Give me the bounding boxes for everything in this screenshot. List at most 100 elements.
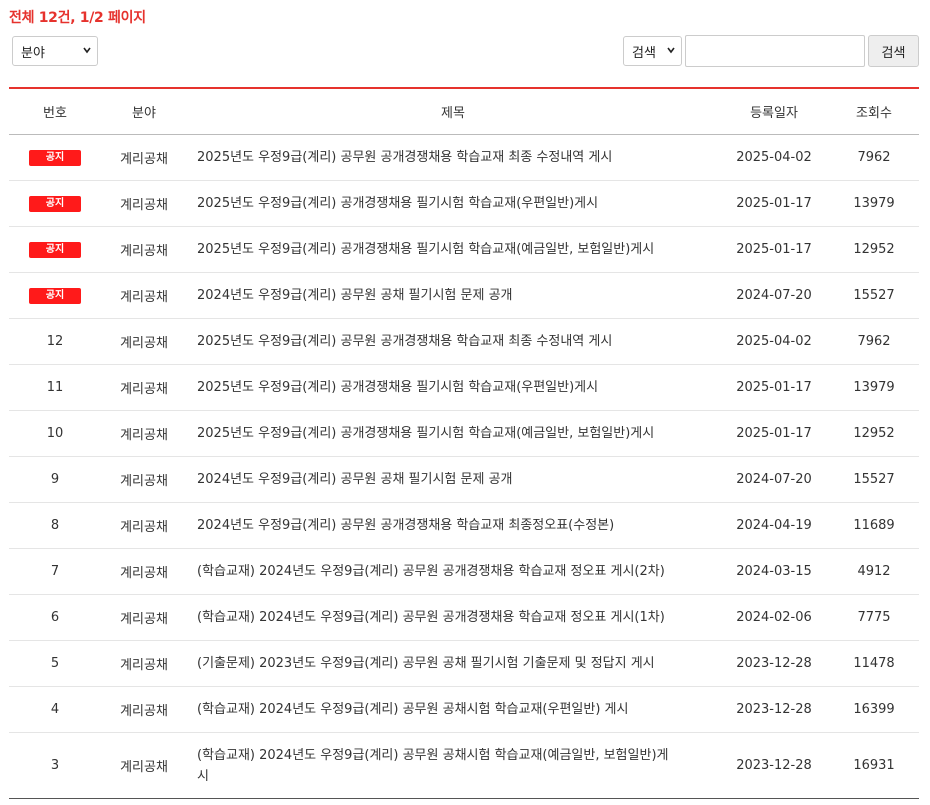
row-number: 공지	[9, 134, 101, 181]
row-date: 2024-03-15	[719, 548, 829, 595]
row-title-link[interactable]: 2024년도 우정9급(계리) 공무원 공개경쟁채용 학습교재 최종정오표(수정…	[187, 502, 719, 549]
row-title-link[interactable]: 2024년도 우정9급(계리) 공무원 공채 필기시험 문제 공개	[187, 456, 719, 503]
table-row[interactable]: 10 계리공채 2025년도 우정9급(계리) 공개경쟁채용 필기시험 학습교재(예…	[9, 410, 919, 457]
row-date: 2025-01-17	[719, 364, 829, 411]
row-date: 2023-12-28	[719, 640, 829, 687]
row-date: 2025-01-17	[719, 410, 829, 457]
row-title-link[interactable]: (학습교재) 2024년도 우정9급(계리) 공무원 공개경쟁채용 학습교재 정…	[187, 548, 719, 595]
row-views: 11689	[829, 502, 919, 549]
row-category: 계리공채	[101, 732, 187, 799]
row-title-link[interactable]: 2025년도 우정9급(계리) 공무원 공개경쟁채용 학습교재 최종 수정내역 …	[187, 318, 719, 365]
table-row[interactable]: 공지 계리공채 2025년도 우정9급(계리) 공개경쟁채용 필기시험 학습교재(예…	[9, 226, 919, 273]
row-date: 2025-04-02	[719, 318, 829, 365]
column-header-date: 등록일자	[719, 88, 829, 135]
row-date: 2023-12-28	[719, 732, 829, 799]
row-title-link[interactable]: 2025년도 우정9급(계리) 공무원 공개경쟁채용 학습교재 최종 수정내역 …	[187, 134, 719, 181]
category-select[interactable]: 분야	[12, 36, 98, 66]
notice-badge: 공지	[29, 150, 81, 166]
search-type-value: 검색	[632, 45, 656, 61]
column-header-views: 조회수	[829, 88, 919, 135]
table-row[interactable]: 공지 계리공채 2025년도 우정9급(계리) 공무원 공개경쟁채용 학습교재 최종…	[9, 134, 919, 181]
row-number: 9	[9, 456, 101, 503]
notice-table: 번호 분야 제목 등록일자 조회수 공지 계리공채 2025년도 우정9급(계리) …	[9, 87, 919, 799]
row-category: 계리공채	[101, 134, 187, 181]
row-number: 공지	[9, 272, 101, 319]
row-title-link[interactable]: 2025년도 우정9급(계리) 공개경쟁채용 필기시험 학습교재(예금일반, 보…	[187, 226, 719, 273]
table-row[interactable]: 9 계리공채 2024년도 우정9급(계리) 공무원 공채 필기시험 문제 공개 20…	[9, 456, 919, 503]
row-title-link[interactable]: (기출문제) 2023년도 우정9급(계리) 공무원 공채 필기시험 기출문제 …	[187, 640, 719, 687]
table-row[interactable]: 공지 계리공채 2025년도 우정9급(계리) 공개경쟁채용 필기시험 학습교재(우…	[9, 180, 919, 227]
table-row[interactable]: 3 계리공채 (학습교재) 2024년도 우정9급(계리) 공무원 공채시험 학습교…	[9, 732, 919, 799]
column-header-title: 제목	[187, 88, 719, 135]
row-title-link[interactable]: (학습교재) 2024년도 우정9급(계리) 공무원 공채시험 학습교재(예금일…	[187, 732, 719, 799]
result-summary: 전체 12건, 1/2 페이지	[9, 10, 146, 26]
table-row[interactable]: 4 계리공채 (학습교재) 2024년도 우정9급(계리) 공무원 공채시험 학습교…	[9, 686, 919, 733]
row-category: 계리공채	[101, 686, 187, 733]
row-category: 계리공채	[101, 364, 187, 411]
search-button[interactable]: 검색	[868, 35, 919, 67]
row-views: 13979	[829, 180, 919, 227]
row-date: 2025-01-17	[719, 226, 829, 273]
notice-badge: 공지	[29, 288, 81, 304]
row-number: 공지	[9, 180, 101, 227]
row-date: 2025-01-17	[719, 180, 829, 227]
row-title-link[interactable]: (학습교재) 2024년도 우정9급(계리) 공무원 공채시험 학습교재(우편일…	[187, 686, 719, 733]
row-views: 12952	[829, 410, 919, 457]
column-header-number: 번호	[9, 88, 101, 135]
row-views: 16399	[829, 686, 919, 733]
row-number: 3	[9, 732, 101, 799]
row-number: 7	[9, 548, 101, 595]
table-row[interactable]: 8 계리공채 2024년도 우정9급(계리) 공무원 공개경쟁채용 학습교재 최종정…	[9, 502, 919, 549]
table-row[interactable]: 11 계리공채 2025년도 우정9급(계리) 공개경쟁채용 필기시험 학습교재(우…	[9, 364, 919, 411]
row-views: 7775	[829, 594, 919, 641]
row-number: 공지	[9, 226, 101, 273]
column-header-category: 분야	[101, 88, 187, 135]
row-title-link[interactable]: 2025년도 우정9급(계리) 공개경쟁채용 필기시험 학습교재(예금일반, 보…	[187, 410, 719, 457]
table-row[interactable]: 7 계리공채 (학습교재) 2024년도 우정9급(계리) 공무원 공개경쟁채용 학…	[9, 548, 919, 595]
notice-badge: 공지	[29, 242, 81, 258]
row-views: 4912	[829, 548, 919, 595]
row-views: 15527	[829, 456, 919, 503]
row-category: 계리공채	[101, 640, 187, 687]
row-date: 2024-04-19	[719, 502, 829, 549]
row-date: 2024-07-20	[719, 272, 829, 319]
table-row[interactable]: 공지 계리공채 2024년도 우정9급(계리) 공무원 공채 필기시험 문제 공개 2…	[9, 272, 919, 319]
row-number: 6	[9, 594, 101, 641]
table-row[interactable]: 5 계리공채 (기출문제) 2023년도 우정9급(계리) 공무원 공채 필기시험 …	[9, 640, 919, 687]
row-title-link[interactable]: 2025년도 우정9급(계리) 공개경쟁채용 필기시험 학습교재(우편일반)게시	[187, 364, 719, 411]
row-category: 계리공채	[101, 318, 187, 365]
table-row[interactable]: 12 계리공채 2025년도 우정9급(계리) 공무원 공개경쟁채용 학습교재 최종…	[9, 318, 919, 365]
row-category: 계리공채	[101, 456, 187, 503]
row-views: 13979	[829, 364, 919, 411]
table-body: 공지 계리공채 2025년도 우정9급(계리) 공무원 공개경쟁채용 학습교재 최종…	[9, 134, 919, 799]
row-views: 7962	[829, 134, 919, 181]
search-input[interactable]	[685, 35, 865, 67]
table-header-row: 번호 분야 제목 등록일자 조회수	[9, 88, 919, 135]
row-number: 5	[9, 640, 101, 687]
row-category: 계리공채	[101, 180, 187, 227]
row-category: 계리공채	[101, 548, 187, 595]
search-type-select[interactable]: 검색	[623, 36, 682, 66]
chevron-down-icon	[667, 47, 675, 54]
row-number: 8	[9, 502, 101, 549]
row-category: 계리공채	[101, 594, 187, 641]
row-views: 15527	[829, 272, 919, 319]
row-date: 2023-12-28	[719, 686, 829, 733]
row-number: 12	[9, 318, 101, 365]
row-category: 계리공채	[101, 226, 187, 273]
row-number: 4	[9, 686, 101, 733]
row-title-link[interactable]: (학습교재) 2024년도 우정9급(계리) 공무원 공개경쟁채용 학습교재 정…	[187, 594, 719, 641]
chevron-down-icon	[83, 47, 91, 54]
row-views: 12952	[829, 226, 919, 273]
row-views: 16931	[829, 732, 919, 799]
row-title-link[interactable]: 2024년도 우정9급(계리) 공무원 공채 필기시험 문제 공개	[187, 272, 719, 319]
category-select-value: 분야	[21, 45, 45, 61]
row-date: 2025-04-02	[719, 134, 829, 181]
row-category: 계리공채	[101, 502, 187, 549]
row-date: 2024-02-06	[719, 594, 829, 641]
table-row[interactable]: 6 계리공채 (학습교재) 2024년도 우정9급(계리) 공무원 공개경쟁채용 학…	[9, 594, 919, 641]
row-title-link[interactable]: 2025년도 우정9급(계리) 공개경쟁채용 필기시험 학습교재(우편일반)게시	[187, 180, 719, 227]
row-date: 2024-07-20	[719, 456, 829, 503]
row-views: 7962	[829, 318, 919, 365]
row-number: 11	[9, 364, 101, 411]
